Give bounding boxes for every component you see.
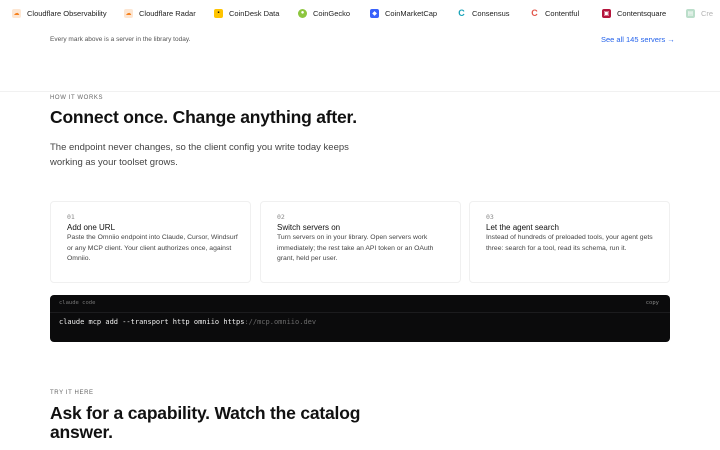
- step-body: Instead of hundreds of preloaded tools, …: [486, 234, 653, 252]
- code-command[interactable]: claude mcp add --transport http omniio h…: [59, 318, 316, 326]
- marquee-caption: Every mark above is a server in the libr…: [50, 36, 191, 43]
- marquee-item-label: Cre: [701, 8, 714, 18]
- code-command-url: ://mcp.omniio.dev: [244, 318, 317, 326]
- try-it-heading: Ask for a capability. Watch the catalog …: [50, 404, 360, 442]
- coinmarketcap-icon: ◆: [370, 8, 379, 18]
- step-card-1: 01 Add one URL Paste the Omniio endpoint…: [50, 201, 251, 283]
- see-all-servers-link[interactable]: See all 145 servers →: [601, 35, 675, 44]
- marquee-item-label: Consensus: [472, 8, 510, 18]
- try-it-eyebrow: TRY IT HERE: [50, 390, 94, 396]
- step-title: Let the agent search: [486, 223, 559, 232]
- step-number: 01: [67, 213, 75, 221]
- code-command-text: claude mcp add --transport http omniio h…: [59, 318, 245, 326]
- marquee-item[interactable]: ☁ Cloudflare Radar: [124, 7, 196, 19]
- try-it-heading-line-1: Ask for a capability. Watch the catalog: [50, 403, 361, 423]
- step-title: Switch servers on: [277, 223, 341, 232]
- code-label: claude code: [59, 300, 96, 306]
- code-snippet: claude code copy claude mcp add --transp…: [50, 295, 670, 342]
- marquee-item[interactable]: ◆ CoinMarketCap: [370, 7, 437, 19]
- marquee-item[interactable]: C Consensus: [457, 7, 510, 19]
- code-header: claude code copy: [50, 295, 670, 313]
- step-number: 02: [277, 213, 285, 221]
- marquee-item-label: Contentsquare: [617, 8, 667, 18]
- step-card-3: 03 Let the agent search Instead of hundr…: [469, 201, 670, 283]
- how-it-works-lede: The endpoint never changes, so the clien…: [50, 142, 349, 168]
- marquee-item[interactable]: ▪ CoinDesk Data: [214, 7, 279, 19]
- copy-button[interactable]: copy: [646, 300, 659, 306]
- marquee-item[interactable]: ▤ Cre: [686, 7, 713, 19]
- try-it-heading-line-2: answer.: [50, 422, 113, 442]
- marquee-item-label: CoinDesk Data: [229, 8, 280, 18]
- step-body: Paste the Omniio endpoint into Claude, C…: [67, 234, 238, 263]
- cloudflare-icon: ☁: [124, 8, 133, 18]
- marquee-item[interactable]: ● CoinGecko: [298, 7, 350, 19]
- marquee-item-label: Cloudflare Observability: [27, 8, 107, 18]
- contentful-icon: C: [530, 8, 539, 18]
- cloudflare-icon: ☁: [12, 8, 21, 18]
- server-logo-marquee: ☁ Cloudflare Observability ☁ Cloudflare …: [0, 0, 720, 24]
- marquee-item[interactable]: C Contentful: [530, 7, 579, 19]
- contentsquare-icon: ▣: [602, 8, 611, 18]
- step-title: Add one URL: [67, 223, 116, 232]
- section-divider: [0, 91, 720, 92]
- marquee-item-label: Contentful: [545, 8, 580, 18]
- step-body: Turn servers on in your library. Open se…: [277, 234, 434, 263]
- marquee-item[interactable]: ☁ Cloudflare Observability: [12, 7, 107, 19]
- coindesk-icon: ▪: [214, 8, 223, 18]
- step-number: 03: [486, 213, 494, 221]
- marquee-item-label: CoinGecko: [313, 8, 351, 18]
- marquee-item-label: Cloudflare Radar: [139, 8, 196, 18]
- coingecko-icon: ●: [298, 8, 307, 18]
- how-it-works-eyebrow: HOW IT WORKS: [50, 95, 104, 101]
- marquee-item[interactable]: ▣ Contentsquare: [602, 7, 666, 19]
- cre-icon: ▤: [686, 8, 695, 18]
- how-it-works-heading: Connect once. Change anything after.: [50, 107, 357, 127]
- step-card-2: 02 Switch servers on Turn servers on in …: [260, 201, 461, 283]
- consensus-icon: C: [457, 8, 466, 18]
- marquee-item-label: CoinMarketCap: [385, 8, 438, 18]
